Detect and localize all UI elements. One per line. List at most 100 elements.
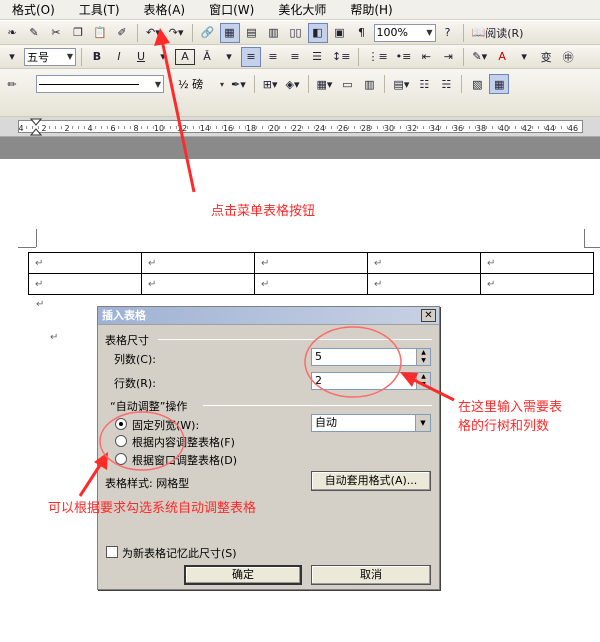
align-left-icon[interactable]: ≡ — [241, 46, 261, 67]
line-weight-value: ½ 磅 — [178, 78, 204, 91]
columns-icon[interactable]: ▯▯ — [286, 23, 306, 43]
show-gridlines-icon[interactable]: ▦ — [489, 74, 510, 94]
merge-cells-icon[interactable]: ▭ — [337, 74, 357, 94]
shading-icon[interactable]: ◈▾ — [283, 74, 303, 94]
line-weight-select[interactable]: ½ 磅 ▾ — [176, 75, 226, 93]
indent-marker-icon[interactable] — [30, 118, 42, 136]
zoom-value: 100% — [376, 26, 408, 39]
spinner-arrows-icon[interactable]: ▲ ▼ — [416, 373, 430, 389]
table-autoformat-icon[interactable]: ▧ — [467, 74, 487, 94]
table-cell[interactable]: ↵ — [141, 273, 255, 295]
char-border-button[interactable]: A — [175, 48, 195, 65]
draw-table-icon[interactable]: ✏ — [2, 74, 22, 94]
align-right-icon[interactable]: ≡ — [285, 47, 305, 67]
cell-align-icon[interactable]: ▤▾ — [390, 74, 412, 94]
paste-icon[interactable]: 📋 — [90, 23, 110, 43]
paragraph-mark: ↵ — [148, 257, 157, 269]
redo-icon[interactable]: ↷▾ — [166, 23, 187, 43]
drawing-icon[interactable]: ◧ — [307, 22, 328, 43]
table-cell[interactable]: ↵ — [254, 252, 368, 274]
table-cell[interactable]: ↵ — [28, 252, 142, 274]
ruler-label: 38 — [476, 124, 486, 133]
decrease-indent-icon[interactable]: ⇤ — [416, 47, 436, 67]
font-size-select[interactable]: 五号 ▼ — [24, 47, 76, 66]
highlight-icon[interactable]: ✎▾ — [469, 47, 490, 67]
insert-excel-icon[interactable]: ▥ — [264, 23, 284, 43]
enclose-char-icon[interactable]: ㊥ — [558, 47, 578, 67]
menu-tools[interactable]: 工具(T) — [67, 0, 132, 20]
menu-window[interactable]: 窗口(W) — [197, 0, 266, 20]
style-dropdown-arrow[interactable]: ▾ — [2, 47, 22, 67]
menu-table[interactable]: 表格(A) — [132, 0, 198, 20]
ok-button[interactable]: 确定 — [184, 565, 302, 585]
permission-icon[interactable]: ❧ — [2, 23, 22, 43]
document-map-icon[interactable]: ▣ — [330, 23, 350, 43]
char-scale-dropdown-arrow[interactable]: ▾ — [219, 47, 239, 67]
distribute-rows-icon[interactable]: ☷ — [414, 74, 434, 94]
rows-spinner[interactable]: 2 ▲ ▼ — [311, 372, 431, 390]
menu-beautify[interactable]: 美化大师 — [266, 0, 338, 20]
fit-content-label[interactable]: 根据内容调整表格(F) — [132, 434, 235, 450]
remember-size-checkbox[interactable] — [106, 546, 118, 558]
spinner-arrows-icon[interactable]: ▲ ▼ — [416, 349, 430, 365]
insert-table-icon[interactable]: ▤ — [242, 23, 262, 43]
undo-icon[interactable]: ↶▾ — [143, 23, 164, 43]
fit-content-radio[interactable] — [115, 435, 127, 447]
columns-spinner[interactable]: 5 ▲ ▼ — [311, 348, 431, 366]
line-spacing-icon[interactable]: ↕≡ — [329, 47, 353, 67]
toolbar-separator — [384, 75, 386, 93]
reading-mode-button[interactable]: 📖 阅读(R) — [469, 23, 527, 43]
table-cell[interactable]: ↵ — [367, 273, 481, 295]
show-marks-icon[interactable]: ¶ — [352, 23, 372, 43]
bullets-icon[interactable]: •≡ — [393, 47, 415, 67]
fixed-width-select[interactable]: 自动 ▼ — [311, 414, 431, 432]
align-center-icon[interactable]: ≡ — [263, 47, 283, 67]
tables-borders-toolbar: ✏ ▼ ½ 磅 ▾ ✒▾ ⊞▾ ◈▾ ▦▾ ▭ ▥ ▤▾ ☷ ☵ ▧ ▦ — [0, 69, 600, 117]
dialog-title-bar[interactable]: 插入表格 ✕ — [98, 307, 439, 325]
phonetic-guide-icon[interactable]: 变 — [536, 47, 556, 67]
tables-borders-icon[interactable]: ▦ — [219, 22, 240, 43]
fit-window-radio[interactable] — [115, 453, 127, 465]
underline-dropdown-arrow[interactable]: ▾ — [153, 47, 173, 67]
justify-icon[interactable]: ☰ — [307, 47, 327, 67]
char-scale-icon[interactable]: Ǎ — [197, 47, 217, 67]
distribute-cols-icon[interactable]: ☵ — [436, 74, 456, 94]
line-style-select[interactable]: ▼ — [36, 75, 164, 93]
help-icon[interactable]: ? — [438, 23, 458, 43]
hyperlink-icon[interactable]: 🔗 — [198, 23, 218, 43]
italic-button[interactable]: I — [109, 47, 129, 67]
table-cell[interactable]: ↵ — [141, 252, 255, 274]
borders-icon[interactable]: ⊞▾ — [260, 74, 281, 94]
close-icon[interactable]: ✕ — [421, 309, 436, 322]
table-cell[interactable]: ↵ — [254, 273, 368, 295]
increase-indent-icon[interactable]: ⇥ — [438, 47, 458, 67]
table-cell[interactable]: ↵ — [28, 273, 142, 295]
toolbar-separator — [358, 47, 360, 66]
numbering-icon[interactable]: ⋮≡ — [364, 47, 390, 67]
fixed-width-label[interactable]: 固定列宽(W): — [132, 417, 199, 433]
zoom-select[interactable]: 100% ▼ — [373, 23, 436, 42]
remember-size-label[interactable]: 为新表格记忆此尺寸(S) — [122, 545, 237, 561]
autoformat-button[interactable]: 自动套用格式(A)... — [311, 471, 431, 491]
cancel-button[interactable]: 取消 — [311, 565, 431, 585]
underline-button[interactable]: U — [131, 47, 151, 67]
horizontal-ruler[interactable]: 4 2 2 4 6 8 10 12 14 16 18 20 22 24 26 28 30 32 34 36 38 40 42… — [0, 117, 600, 137]
bold-button[interactable]: B — [87, 47, 107, 67]
table-cell[interactable]: ↵ — [367, 252, 481, 274]
document-table[interactable]: ↵ ↵ ↵ ↵ ↵ ↵ ↵ ↵ ↵ ↵ — [28, 252, 594, 295]
format-painter-icon[interactable]: ✐ — [112, 23, 132, 43]
insert-table-button-icon[interactable]: ▦▾ — [314, 74, 336, 94]
research-icon[interactable]: ✎ — [24, 23, 44, 43]
fixed-width-radio[interactable] — [115, 418, 127, 430]
split-cells-icon[interactable]: ▥ — [359, 74, 379, 94]
border-color-icon[interactable]: ✒▾ — [228, 74, 249, 94]
menu-format[interactable]: 格式(O) — [0, 0, 67, 20]
copy-icon[interactable]: ❐ — [68, 23, 88, 43]
fit-window-label[interactable]: 根据窗口调整表格(D) — [132, 452, 237, 468]
table-cell[interactable]: ↵ — [480, 273, 594, 295]
table-cell[interactable]: ↵ — [480, 252, 594, 274]
font-color-button[interactable]: A — [492, 47, 512, 67]
menu-help[interactable]: 帮助(H) — [338, 0, 404, 20]
cut-icon[interactable]: ✂ — [46, 23, 66, 43]
font-color-dropdown-arrow[interactable]: ▾ — [514, 47, 534, 67]
